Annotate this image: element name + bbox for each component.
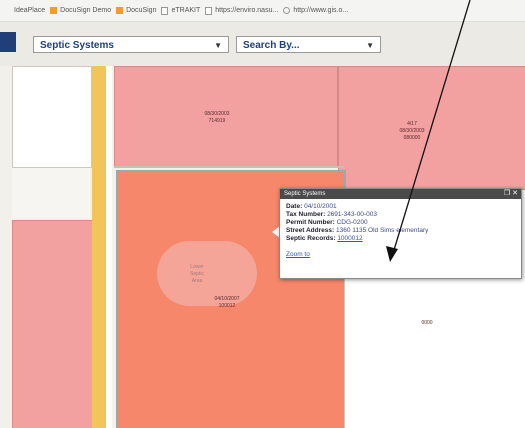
- globe-icon: [283, 7, 291, 14]
- parcel-label-bottom-right: 0000: [421, 320, 433, 326]
- bookmark-gis[interactable]: http://www.gis.o...: [283, 7, 348, 14]
- dropdown-arrow-icon: ▼: [366, 41, 374, 50]
- docusign-icon: [50, 7, 58, 14]
- bookmark-etrakit[interactable]: eTRAKIT: [161, 6, 200, 15]
- page-icon: [205, 6, 213, 15]
- layer-select[interactable]: Septic Systems ▼: [33, 36, 229, 53]
- septic-records-link[interactable]: 1000012: [337, 235, 362, 242]
- popup-row-tax: Tax Number: 2691-343-00-003: [286, 211, 377, 218]
- maximize-icon[interactable]: ❐: [504, 190, 510, 197]
- popup-controls: ❐ ✕: [504, 189, 518, 199]
- parcel-label-top-right: 4/17 08/30/2003 080000: [399, 121, 425, 141]
- bookmark-docusign[interactable]: DocuSign: [116, 7, 156, 14]
- popup-header: Septic Systems ❐ ✕: [280, 189, 521, 199]
- road-shoulder: [106, 66, 112, 428]
- close-icon[interactable]: ✕: [512, 190, 518, 197]
- search-by-select[interactable]: Search By... ▼: [236, 36, 381, 53]
- road: [92, 66, 106, 428]
- popup-body: Date: 04/10/2001 Tax Number: 2691-343-00…: [280, 199, 521, 263]
- parcel-label-top-center: 08/30/2003 714919: [204, 111, 230, 124]
- popup-zoom-row: Zoom to: [286, 251, 515, 259]
- parcel-left-lower[interactable]: [12, 220, 94, 428]
- toolbar-handle[interactable]: [0, 32, 16, 52]
- popup-row-permit: Permit Number: CDG-0200: [286, 219, 368, 226]
- zoom-to-link[interactable]: Zoom to: [286, 251, 310, 258]
- popup-row-street: Street Address: 1360 1135 Old Sims eleme…: [286, 227, 429, 234]
- bookmarks-bar: IdeaPlace DocuSign Demo DocuSign eTRAKIT…: [0, 0, 525, 22]
- parcel-left-top[interactable]: [12, 66, 92, 168]
- docusign-icon: [116, 7, 124, 14]
- parcel-label-faded: Lower Septic Area: [190, 264, 204, 284]
- bookmark-docusign-demo[interactable]: DocuSign Demo: [50, 7, 111, 14]
- bookmark-enviro[interactable]: https://enviro.nasu...: [205, 6, 278, 15]
- parcel-left-mid[interactable]: [12, 168, 90, 218]
- info-popup: Septic Systems ❐ ✕ Date: 04/10/2001 Tax …: [279, 188, 522, 279]
- bookmark-ideaplace[interactable]: IdeaPlace: [14, 7, 45, 14]
- parcel-boundary: [114, 166, 344, 168]
- dropdown-arrow-icon: ▼: [214, 41, 222, 50]
- popup-row-date: Date: 04/10/2001: [286, 203, 337, 210]
- parcel-label-selected: 04/10/2007 100012: [214, 296, 240, 309]
- popup-row-records: Septic Records: 1000012: [286, 235, 363, 242]
- page-icon: [161, 6, 169, 15]
